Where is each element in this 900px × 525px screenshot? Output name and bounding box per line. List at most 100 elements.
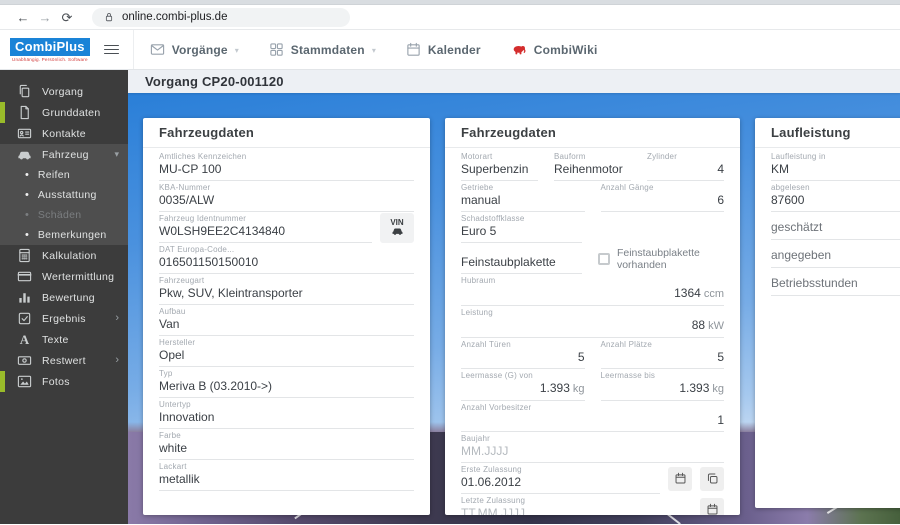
browser-back-button[interactable]: ← — [12, 11, 34, 24]
contacts-icon — [17, 128, 32, 139]
field-anzahl-tueren[interactable]: Anzahl Türen 5 — [461, 338, 585, 369]
letter-a-icon: A — [19, 331, 30, 347]
sidebar-item-fahrzeug[interactable]: Fahrzeug ▾ — [0, 144, 128, 165]
field-lackart[interactable]: Lackart metallik — [159, 460, 414, 491]
copy-date-button[interactable] — [700, 466, 724, 491]
field-farbe[interactable]: Farbe white — [159, 429, 414, 460]
field-bauform[interactable]: Bauform Reihenmotor — [554, 150, 631, 181]
combiwiki-icon — [513, 45, 526, 55]
nav-item-stammdaten[interactable]: Stammdaten ▾ — [269, 42, 376, 57]
bar-chart-icon — [19, 293, 30, 303]
mail-icon — [150, 44, 164, 55]
nav-item-kalender[interactable]: Kalender — [406, 42, 481, 57]
sidebar-item-ergebnis[interactable]: Ergebnis › — [0, 308, 128, 329]
content-area: Fahrzeugdaten Amtliches Kennzeichen MU-C… — [128, 93, 900, 525]
field-abgelesen[interactable]: abgelesen 87600 — [771, 181, 900, 212]
sidebar-item-schaeden: • Schäden — [25, 208, 82, 221]
menu-toggle-button[interactable] — [103, 42, 119, 56]
field-untertyp[interactable]: Untertyp Innovation — [159, 398, 414, 429]
nav-item-combiwiki[interactable]: CombiWiki — [511, 42, 598, 57]
sidebar-item-vorgang[interactable]: Vorgang — [0, 81, 128, 102]
field-hersteller[interactable]: Hersteller Opel — [159, 336, 414, 367]
field-leistung[interactable]: Leistung 88 kW — [461, 306, 724, 338]
photo-icon — [17, 375, 32, 388]
status-indicator-grunddaten — [0, 102, 5, 123]
field-feinstaubplakette[interactable]: Feinstaubplakette — [461, 243, 582, 274]
field-baujahr[interactable]: Baujahr MM.JJJJ — [461, 432, 724, 463]
chevron-down-icon: ▾ — [371, 46, 376, 55]
sidebar-item-wertermittlung[interactable]: Wertermittlung — [0, 266, 128, 287]
card-laufleistung: Laufleistung Laufleistung in KM abgelese… — [755, 118, 900, 508]
car-icon — [18, 151, 31, 160]
sidebar-item-reifen[interactable]: • Reifen — [0, 165, 128, 185]
sidebar-item-fotos[interactable]: Fotos — [0, 371, 128, 392]
calendar-icon — [707, 503, 717, 515]
card-title: Fahrzeugdaten — [143, 118, 430, 148]
vin-lookup-button[interactable]: VIN — [380, 212, 414, 243]
field-angegeben[interactable]: angegeben — [771, 240, 900, 268]
address-bar[interactable]: online.combi-plus.de — [92, 7, 350, 27]
field-dat-europa-code[interactable]: DAT Europa-Code... 016501150150010 — [159, 243, 414, 274]
chevron-right-icon: › — [115, 354, 119, 366]
bullet-icon: • — [25, 208, 29, 221]
field-aufbau[interactable]: Aufbau Van — [159, 305, 414, 336]
banknote-icon — [17, 356, 32, 365]
browser-forward-button[interactable]: → — [34, 11, 56, 24]
field-anzahl-gaenge[interactable]: Anzahl Gänge 6 — [600, 181, 724, 212]
sidebar-item-texte[interactable]: A Texte — [0, 329, 128, 350]
nav-item-vorgaenge[interactable]: Vorgänge ▾ — [150, 42, 239, 57]
datepicker-button[interactable] — [700, 497, 724, 515]
logo-tagline: Unabhängig. Persönlich. Software — [11, 56, 88, 62]
browser-toolbar: ← → ⟳ online.combi-plus.de — [0, 5, 900, 30]
field-letzte-zulassung[interactable]: Letzte Zulassung TT.MM.JJJJ — [461, 494, 692, 516]
field-fahrzeug-identnummer[interactable]: Fahrzeug Identnummer W0LSH9EE2C4134840 — [159, 212, 372, 243]
card-title: Fahrzeugdaten — [445, 118, 740, 148]
field-fahrzeugart[interactable]: Fahrzeugart Pkw, SUV, Kleintransporter — [159, 274, 414, 305]
field-betriebsstunden[interactable]: Betriebsstunden — [771, 268, 900, 296]
copy-icon — [707, 473, 717, 484]
copy-icon — [19, 84, 30, 98]
checkbox-icon — [18, 312, 31, 325]
sidebar-item-grunddaten[interactable]: Grunddaten — [0, 102, 128, 123]
field-schadstoffklasse[interactable]: Schadstoffklasse Euro 5 — [461, 212, 582, 243]
field-typ[interactable]: Typ Meriva B (03.2010->) — [159, 367, 414, 398]
field-geschaetzt[interactable]: geschätzt — [771, 212, 900, 240]
sidebar-item-kontakte[interactable]: Kontakte — [0, 123, 128, 144]
datepicker-button[interactable] — [668, 466, 692, 491]
lock-icon — [105, 13, 113, 22]
field-erste-zulassung[interactable]: Erste Zulassung 01.06.2012 — [461, 463, 660, 494]
sidebar-item-ausstattung[interactable]: • Ausstattung — [0, 185, 128, 205]
field-laufleistung-in[interactable]: Laufleistung in KM — [771, 150, 900, 181]
page-title: Vorgang CP20-001120 — [145, 74, 284, 89]
feinstaubplakette-checkbox[interactable] — [597, 252, 610, 265]
app-header: CombiPlus Unabhängig. Persönlich. Softwa… — [0, 30, 900, 70]
browser-reload-button[interactable]: ⟳ — [56, 11, 78, 24]
card-title: Laufleistung — [755, 118, 900, 148]
field-motorart[interactable]: Motorart Superbenzin — [461, 150, 538, 181]
field-hubraum[interactable]: Hubraum 1364 ccm — [461, 274, 724, 306]
field-zylinder[interactable]: Zylinder 4 — [647, 150, 724, 181]
top-nav: Vorgänge ▾ Stammdaten ▾ Kalender CombiWi… — [132, 30, 598, 69]
page-title-bar: Vorgang CP20-001120 — [128, 70, 900, 93]
field-leermasse-bis[interactable]: Leermasse bis 1.393 kg — [600, 369, 724, 401]
sidebar-item-kalkulation[interactable]: Kalkulation — [0, 245, 128, 266]
app-logo[interactable]: CombiPlus Unabhängig. Persönlich. Softwa… — [10, 37, 90, 62]
sidebar: Vorgang Grunddaten Kontakte Fahrzeug ▾ •… — [0, 70, 128, 524]
document-icon — [20, 105, 29, 120]
sidebar-item-restwert[interactable]: Restwert › — [0, 350, 128, 371]
logo-text: CombiPlus — [10, 37, 90, 56]
field-anzahl-plaetze[interactable]: Anzahl Plätze 5 — [600, 338, 724, 369]
field-getriebe[interactable]: Getriebe manual — [461, 181, 585, 212]
chevron-down-icon: ▾ — [234, 46, 239, 55]
credit-card-icon — [17, 271, 32, 282]
field-kennzeichen[interactable]: Amtliches Kennzeichen MU-CP 100 — [159, 150, 414, 181]
field-anzahl-vorbesitzer[interactable]: Anzahl Vorbesitzer 1 — [461, 401, 724, 432]
bullet-icon: • — [25, 168, 29, 181]
field-leermasse-von[interactable]: Leermasse (G) von 1.393 kg — [461, 369, 585, 401]
status-indicator-fotos — [0, 371, 5, 392]
sidebar-item-bewertung[interactable]: Bewertung — [0, 287, 128, 308]
car-icon — [392, 228, 402, 235]
sidebar-item-bemerkungen[interactable]: • Bemerkungen — [0, 225, 128, 245]
field-kba-nummer[interactable]: KBA-Nummer 0035/ALW — [159, 181, 414, 212]
calendar-icon — [407, 42, 420, 56]
